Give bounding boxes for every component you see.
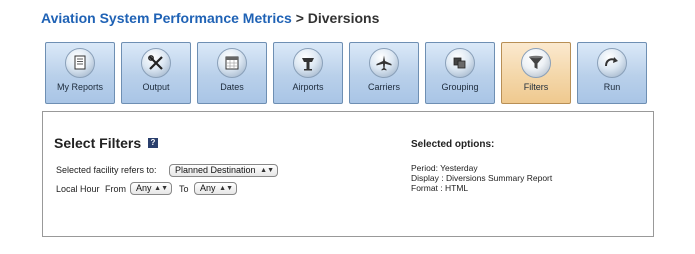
tab-label: My Reports [56, 82, 103, 92]
facility-label: Selected facility refers to: [56, 165, 157, 175]
facility-select-value: Planned Destination [175, 165, 256, 175]
to-label: To [179, 184, 189, 194]
report-icon [65, 48, 95, 78]
tab-my-reports[interactable]: My Reports [45, 42, 115, 104]
airplane-icon [369, 48, 399, 78]
tab-label: Output [142, 82, 170, 92]
run-arrow-icon [597, 48, 627, 78]
from-hour-select-value: Any [136, 183, 152, 193]
tab-label: Dates [220, 82, 244, 92]
tab-filters[interactable]: Filters [501, 42, 571, 104]
facility-select[interactable]: Planned Destination ▲▼ [169, 164, 278, 177]
selected-option-format: Format : HTML [411, 183, 469, 193]
tab-dates[interactable]: Dates [197, 42, 267, 104]
from-hour-select[interactable]: Any ▲▼ [130, 182, 172, 195]
tab-label: Grouping [441, 82, 479, 92]
tab-carriers[interactable]: Carriers [349, 42, 419, 104]
tab-label: Run [603, 82, 621, 92]
tab-airports[interactable]: Airports [273, 42, 343, 104]
select-arrows-icon: ▲▼ [219, 185, 233, 192]
select-arrows-icon: ▲▼ [154, 185, 168, 192]
grouping-icon [445, 48, 475, 78]
help-icon[interactable]: ? [148, 138, 158, 148]
panel-title: Select Filters [54, 135, 142, 151]
tab-run[interactable]: Run [577, 42, 647, 104]
select-arrows-icon: ▲▼ [260, 167, 274, 174]
local-hour-label: Local Hour [56, 184, 100, 194]
to-hour-select-value: Any [200, 183, 216, 193]
tab-label: Airports [292, 82, 324, 92]
breadcrumb-separator: > [295, 10, 304, 26]
tab-label: Carriers [367, 82, 400, 92]
calendar-icon [217, 48, 247, 78]
from-label: From [105, 184, 126, 194]
selected-option-display: Display : Diversions Summary Report [411, 173, 553, 183]
tab-label: Filters [523, 82, 549, 92]
filters-panel: Select Filters ? Selected facility refer… [42, 111, 654, 237]
breadcrumb: Aviation System Performance Metrics > Di… [41, 10, 379, 26]
page-title: Diversions [307, 10, 380, 26]
tab-grouping[interactable]: Grouping [425, 42, 495, 104]
to-hour-select[interactable]: Any ▲▼ [194, 182, 237, 195]
breadcrumb-home-link[interactable]: Aviation System Performance Metrics [41, 10, 292, 26]
selected-option-period: Period: Yesterday [411, 163, 478, 173]
funnel-icon [521, 48, 551, 78]
tab-output[interactable]: Output [121, 42, 191, 104]
selected-options-title: Selected options: [411, 139, 495, 150]
control-tower-icon [293, 48, 323, 78]
tools-icon [141, 48, 171, 78]
